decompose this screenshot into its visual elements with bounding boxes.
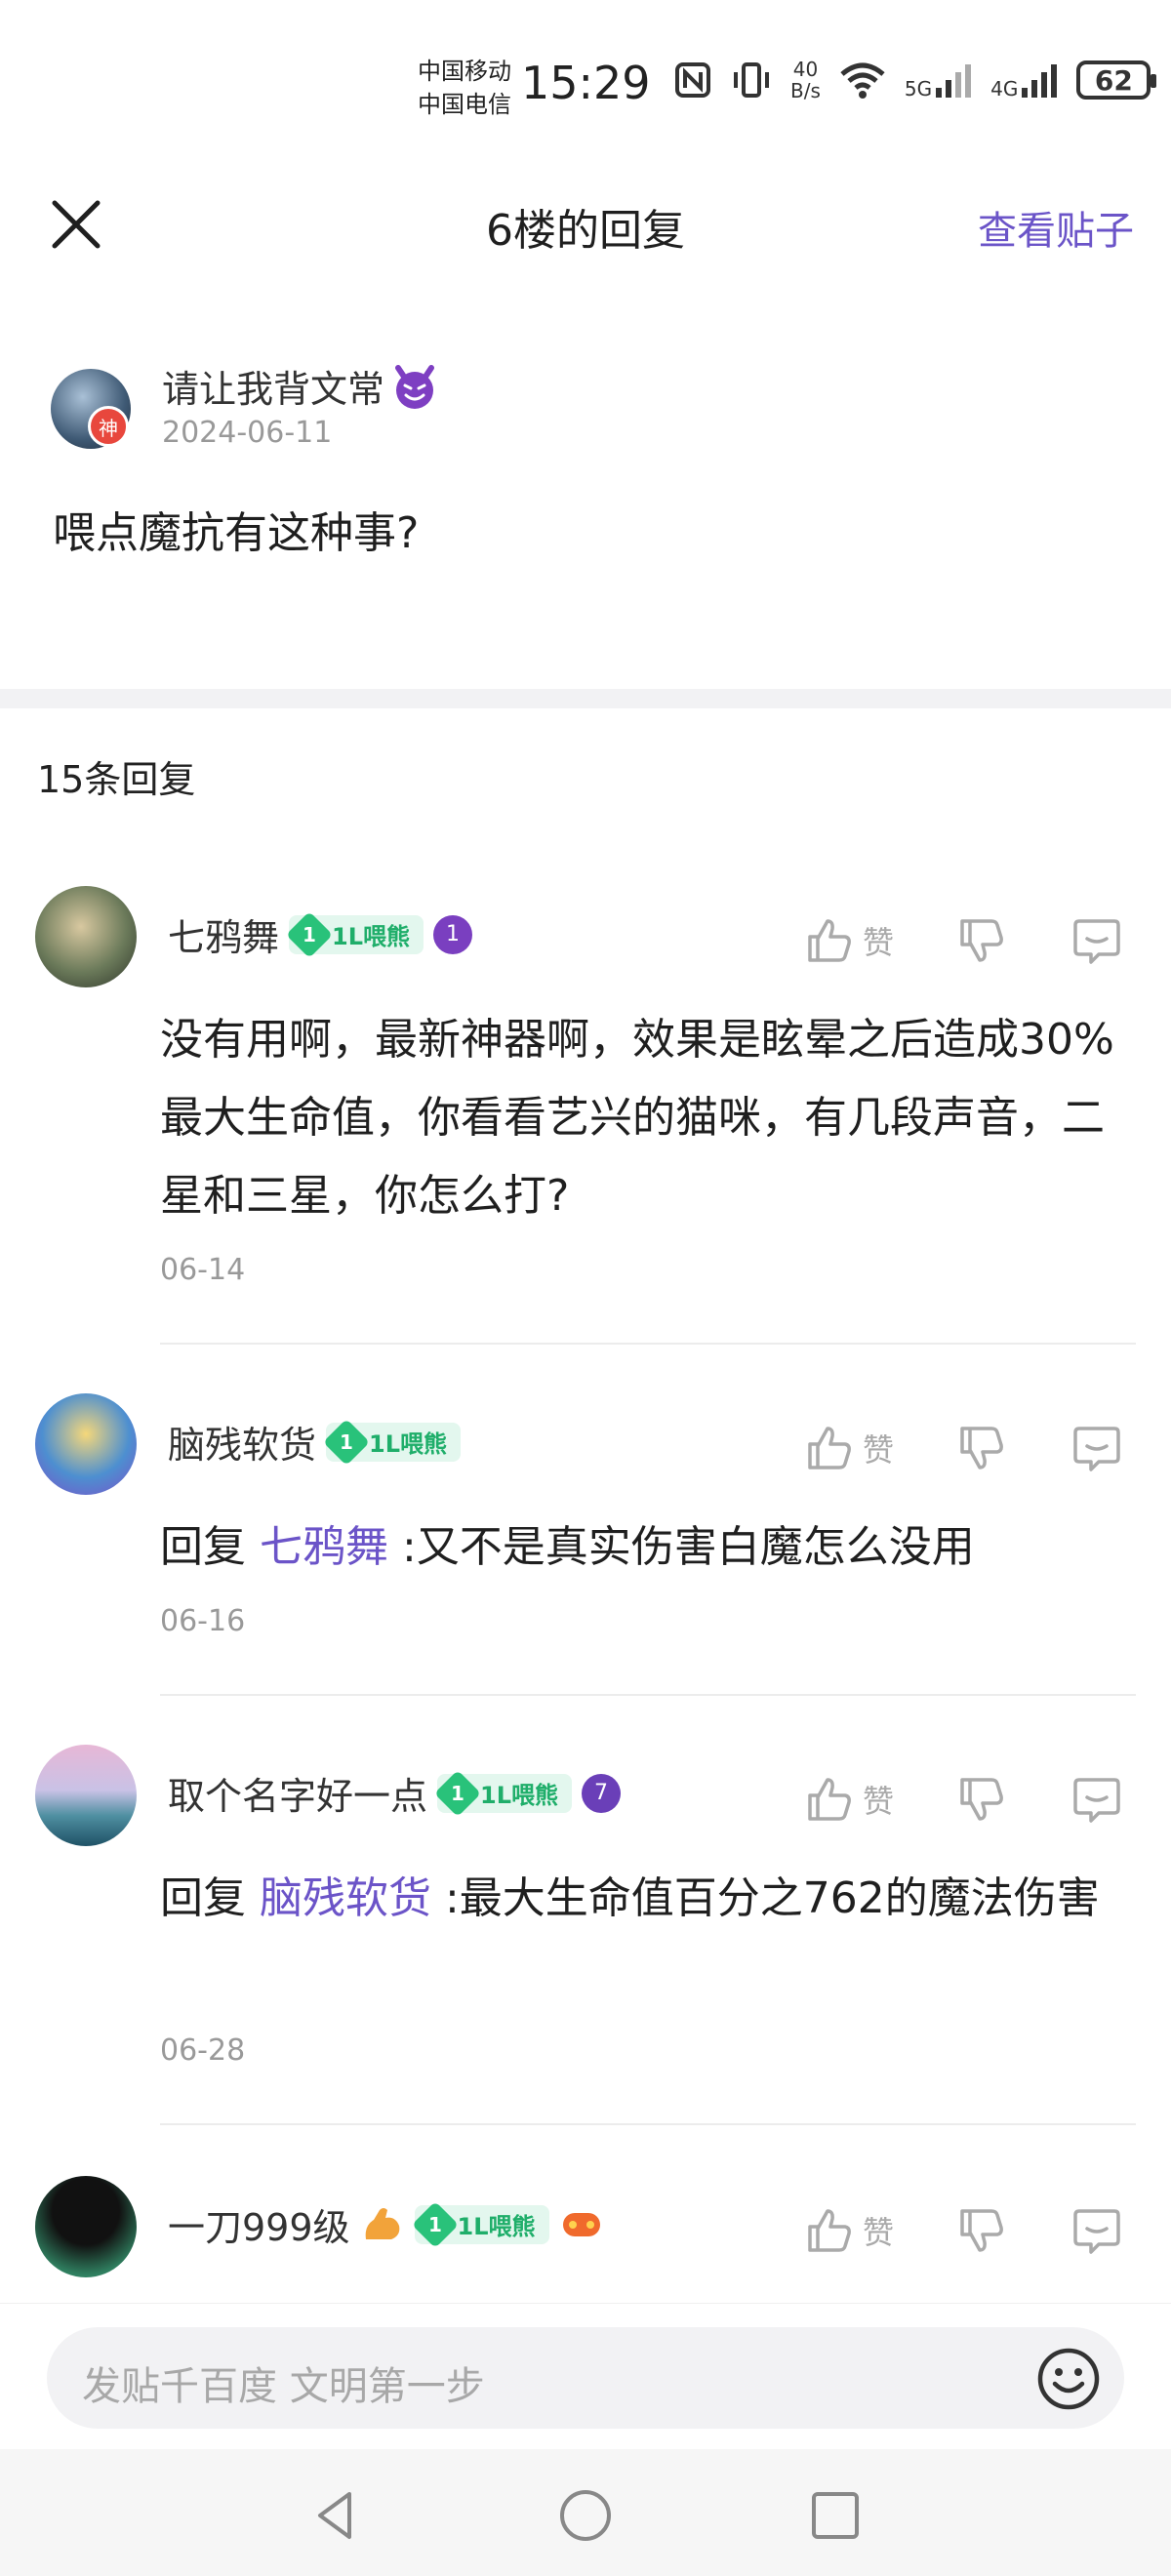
reply-input-bar: 发贴千百度 文明第一步 [0, 2303, 1171, 2449]
like-label: 赞 [863, 1783, 895, 1820]
reply-count: 15条回复 [37, 758, 196, 801]
god-badge: 神 [88, 406, 129, 447]
thumbs-up-icon [808, 1778, 851, 1821]
reply-prefix: 回复 [160, 1873, 260, 1923]
reply-to-link[interactable]: 脑残软货 [260, 1873, 431, 1923]
like-button[interactable]: 赞 [804, 1774, 894, 1825]
reply-divider [160, 1343, 1136, 1345]
comment-icon[interactable] [1071, 1774, 1122, 1825]
vibrate-icon [734, 62, 769, 98]
floor-author[interactable]: 请让我背文常 [162, 359, 439, 413]
floor-author-name: 请让我背文常 [162, 368, 385, 411]
reply-divider [160, 2123, 1136, 2125]
signal-5g-icon [936, 64, 972, 98]
nfc-icon [675, 62, 710, 98]
net-speed-value: 40 [792, 58, 819, 81]
thumbs-down-icon[interactable] [956, 915, 1007, 966]
system-nav-bar [0, 2449, 1171, 2576]
carrier-1: 中国移动 [418, 58, 511, 85]
reply-text: 没有用啊，最新神器啊，效果是眩晕之后造成30%最大生命值，你看看艺兴的猫咪，有几… [160, 1015, 1114, 1221]
comment-icon[interactable] [1071, 915, 1122, 966]
floor-content: 喂点魔抗有这种事? [53, 508, 420, 558]
reply-prefix: 回复 [160, 1522, 260, 1572]
like-button[interactable]: 赞 [804, 915, 894, 966]
thumbs-up-icon [808, 919, 851, 962]
reply-date: 06-28 [160, 2033, 246, 2068]
thumbs-down-icon[interactable] [956, 1423, 1007, 1473]
home-nav-icon[interactable] [556, 2486, 615, 2545]
reply-date: 06-16 [160, 1604, 246, 1638]
floor-date: 2024-06-11 [162, 416, 333, 450]
reply-body: :又不是真实伤害白魔怎么没用 [388, 1522, 975, 1572]
like-label: 赞 [863, 2214, 895, 2251]
thumbs-up-icon [808, 1427, 851, 1469]
status-time: 15:29 [521, 57, 651, 109]
view-post-link[interactable]: 查看贴子 [978, 199, 1134, 256]
net-5g-label: 5G [904, 77, 933, 101]
reply-body: :最大生命值百分之762的魔法伤害 [431, 1873, 1100, 1923]
thumbs-down-icon[interactable] [956, 2205, 1007, 2256]
carrier-2: 中国电信 [418, 91, 511, 118]
comment-icon[interactable] [1071, 2205, 1122, 2256]
carrier-labels: 中国移动 中国电信 [418, 55, 511, 121]
reply-date: 06-14 [160, 1253, 246, 1287]
header: 6楼的回复 查看贴子 [0, 166, 1171, 283]
reply-input[interactable]: 发贴千百度 文明第一步 [47, 2327, 1124, 2429]
wifi-icon [840, 62, 885, 99]
thumbs-down-icon[interactable] [956, 1774, 1007, 1825]
reply-text: 回复 脑残软货 :最大生命值百分之762的魔法伤害 [160, 1860, 1136, 1938]
net-speed: 40 B/s [790, 59, 821, 101]
reply-to-link[interactable]: 七鸦舞 [260, 1522, 388, 1572]
net-speed-unit: B/s [790, 79, 821, 102]
thumbs-up-icon [808, 2209, 851, 2252]
battery-indicator: 62 [1076, 60, 1157, 100]
reply-input-placeholder: 发贴千百度 文明第一步 [82, 2364, 485, 2409]
emoji-icon[interactable] [1036, 2347, 1101, 2411]
signal-4g-icon [1022, 64, 1058, 98]
like-button[interactable]: 赞 [804, 2205, 894, 2256]
status-icons: 40 B/s 5G 4G 62 [673, 59, 1157, 101]
like-label: 赞 [863, 1431, 895, 1469]
net-4g-label: 4G [990, 77, 1019, 101]
status-bar: 中国移动 中国电信 15:29 40 B/s 5G 4G 62 [0, 0, 1171, 166]
back-nav-icon[interactable] [306, 2486, 365, 2545]
reply-divider [160, 1694, 1136, 1696]
devil-emoji-icon [395, 364, 435, 409]
like-button[interactable]: 赞 [804, 1423, 894, 1473]
recents-nav-icon[interactable] [806, 2486, 865, 2545]
comment-icon[interactable] [1071, 1423, 1122, 1473]
section-divider [0, 689, 1171, 708]
like-label: 赞 [863, 924, 895, 961]
reply-text: 回复 七鸦舞 :又不是真实伤害白魔怎么没用 [160, 1509, 1136, 1587]
